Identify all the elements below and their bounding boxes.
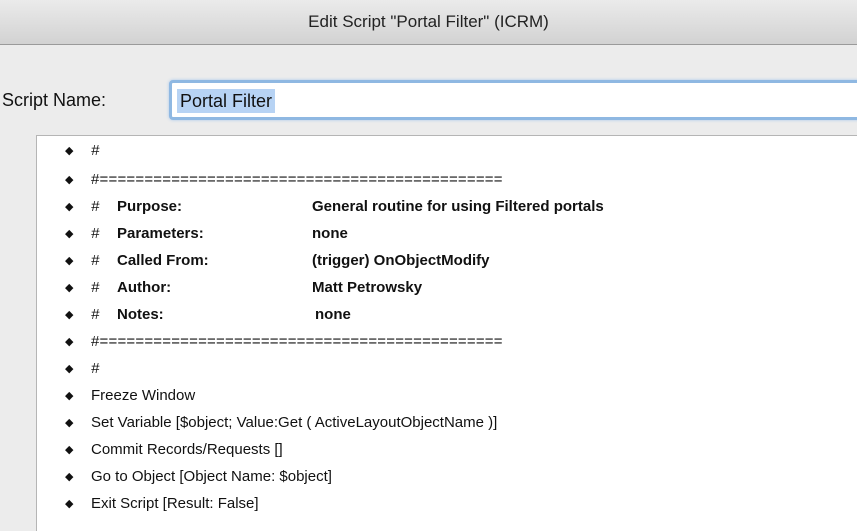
script-name-label: Script Name: (2, 90, 107, 110)
script-step[interactable]: ◆ # Purpose: General routine for using F… (37, 194, 857, 220)
updown-arrows-icon[interactable]: ◆ (65, 302, 73, 328)
comment-key: Author: (117, 279, 172, 296)
edit-script-window: Edit Script "Portal Filter" (ICRM) Scrip… (0, 0, 857, 531)
step-text: # (91, 360, 100, 377)
comment-key: Parameters: (117, 225, 204, 242)
comment-hash: # (91, 252, 100, 269)
step-text: Go to Object [Object Name: $object] (91, 468, 332, 485)
updown-arrows-icon[interactable]: ◆ (65, 275, 73, 301)
comment-hash: # (91, 198, 100, 215)
step-text: Commit Records/Requests [] (91, 441, 283, 458)
updown-arrows-icon[interactable]: ◆ (65, 383, 73, 409)
comment-hash: # (91, 306, 100, 323)
comment-key: Notes: (117, 306, 164, 323)
updown-arrows-icon[interactable]: ◆ (65, 464, 73, 490)
step-text: Set Variable [$object; Value:Get ( Activ… (91, 414, 498, 431)
window-title: Edit Script "Portal Filter" (ICRM) (308, 12, 549, 31)
comment-value: Matt Petrowsky (312, 279, 423, 296)
script-step[interactable]: ◆ # (37, 138, 857, 164)
updown-arrows-icon[interactable]: ◆ (65, 167, 73, 193)
comment-value: (trigger) OnObjectModify (312, 252, 490, 269)
script-step[interactable]: ◆ #=====================================… (37, 329, 857, 355)
updown-arrows-icon[interactable]: ◆ (65, 329, 73, 355)
comment-value: none (315, 306, 351, 323)
script-step[interactable]: ◆ Set Variable [$object; Value:Get ( Act… (37, 410, 857, 436)
title-bar[interactable]: Edit Script "Portal Filter" (ICRM) (0, 0, 857, 45)
step-text: #=======================================… (91, 333, 503, 350)
script-step[interactable]: ◆ # Parameters: none (37, 221, 857, 247)
script-steps-list[interactable]: ◆ # ◆ #=================================… (36, 135, 857, 531)
script-step[interactable]: ◆ # (37, 356, 857, 382)
updown-arrows-icon[interactable]: ◆ (65, 437, 73, 463)
updown-arrows-icon[interactable]: ◆ (65, 194, 73, 220)
updown-arrows-icon[interactable]: ◆ (65, 356, 73, 382)
script-step[interactable]: ◆ Freeze Window (37, 383, 857, 409)
step-text: # (91, 142, 100, 159)
script-name-row: Script Name: Portal Filter (0, 80, 857, 122)
comment-key: Called From: (117, 252, 209, 269)
script-step[interactable]: ◆ Go to Object [Object Name: $object] (37, 464, 857, 490)
updown-arrows-icon[interactable]: ◆ (65, 221, 73, 247)
comment-value: none (312, 225, 348, 242)
step-text: Exit Script [Result: False] (91, 495, 259, 512)
updown-arrows-icon[interactable]: ◆ (65, 491, 73, 517)
script-step[interactable]: ◆ #=====================================… (37, 167, 857, 193)
comment-hash: # (91, 279, 100, 296)
updown-arrows-icon[interactable]: ◆ (65, 248, 73, 274)
updown-arrows-icon[interactable]: ◆ (65, 138, 73, 164)
script-step[interactable]: ◆ Exit Script [Result: False] (37, 491, 857, 517)
step-text: #=======================================… (91, 171, 503, 188)
script-name-field[interactable]: Portal Filter (169, 80, 857, 120)
script-step[interactable]: ◆ Commit Records/Requests [] (37, 437, 857, 463)
step-text: Freeze Window (91, 387, 196, 404)
updown-arrows-icon[interactable]: ◆ (65, 410, 73, 436)
comment-value: General routine for using Filtered porta… (312, 198, 604, 215)
script-step[interactable]: ◆ # Notes: none (37, 302, 857, 328)
script-name-value[interactable]: Portal Filter (177, 89, 276, 113)
script-step[interactable]: ◆ # Author: Matt Petrowsky (37, 275, 857, 301)
comment-key: Purpose: (117, 198, 183, 215)
script-step[interactable]: ◆ # Called From: (trigger) OnObjectModif… (37, 248, 857, 274)
comment-hash: # (91, 225, 100, 242)
